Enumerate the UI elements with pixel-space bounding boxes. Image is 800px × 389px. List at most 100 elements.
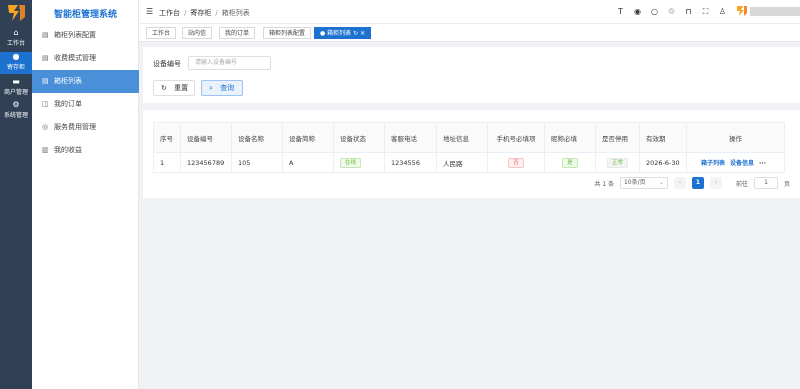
cabinet-icon: ▤ bbox=[42, 31, 49, 39]
page-size-select[interactable]: 10条/页 ⌄ bbox=[619, 177, 668, 189]
cell-status: 在线 bbox=[333, 152, 385, 173]
tag-inbox[interactable]: 站内信 bbox=[182, 27, 213, 39]
tag-workbench[interactable]: 工作台 bbox=[146, 27, 177, 39]
breadcrumb: 工作台 / 寄存柜 / 箱柜列表 bbox=[159, 9, 250, 17]
device-table: 序号 设备编号 设备名称 设备简称 设备状态 客服电话 地址信息 手机号必填项 … bbox=[153, 122, 785, 173]
col-header: 设备名称 bbox=[231, 122, 283, 153]
cabinet-icon: ▤ bbox=[42, 54, 49, 62]
col-header: 是否停用 bbox=[595, 122, 640, 153]
avatar[interactable] bbox=[736, 5, 748, 17]
search-icon: ⌕ bbox=[209, 84, 213, 92]
search-panel: 设备编号 请输入设备编号 ↻ 重置 ⌕ 查询 bbox=[143, 47, 800, 103]
query-button[interactable]: ⌕ 查询 bbox=[201, 80, 243, 96]
user-icon[interactable]: ♙ bbox=[717, 6, 728, 17]
device-info-link[interactable]: 设备信息 bbox=[730, 160, 754, 167]
col-header: 设备编号 bbox=[180, 122, 232, 153]
active-dot-icon: ● bbox=[320, 30, 326, 37]
chat-icon: ● bbox=[12, 52, 20, 61]
breadcrumb-item[interactable]: 寄存柜 bbox=[190, 9, 211, 17]
breadcrumb-item[interactable]: 工作台 bbox=[159, 9, 180, 17]
table-row: 1 123456789 105 A 在线 1234556 人民路 否 是 正常 … bbox=[153, 152, 785, 173]
table-card: 序号 设备编号 设备名称 设备简称 设备状态 客服电话 地址信息 手机号必填项 … bbox=[143, 110, 800, 198]
col-header: 设备简称 bbox=[282, 122, 334, 153]
col-header: 昵称必填 bbox=[544, 122, 596, 153]
search-icon[interactable]: ○ bbox=[649, 6, 660, 17]
col-header: 操作 bbox=[686, 122, 785, 153]
app-title: 智能柜管理系统 bbox=[53, 10, 117, 20]
menu-toggle-icon[interactable]: ☰ bbox=[146, 7, 153, 16]
menu-item-my-income[interactable]: ▥ 我的收益 bbox=[32, 139, 139, 162]
breadcrumb-current: 箱柜列表 bbox=[221, 9, 250, 17]
user-name-redacted[interactable] bbox=[750, 7, 800, 16]
goto-label: 前往 bbox=[735, 180, 748, 188]
header-tools: T ◉ ○ ♲ ⊓ ⛶ ♙ bbox=[615, 6, 728, 17]
close-icon[interactable]: ✕ bbox=[360, 30, 365, 37]
order-icon: ◫ bbox=[42, 100, 49, 108]
menu-item-cabinet-list[interactable]: ▤ 箱柜列表 bbox=[32, 70, 139, 93]
fullscreen-icon[interactable]: ⛶ bbox=[700, 6, 711, 17]
cell-address: 人民路 bbox=[436, 152, 488, 173]
pagination: 共 1 条 10条/页 ⌄ ‹ 1 › 前往 1 页 bbox=[594, 177, 790, 189]
table-header-row: 序号 设备编号 设备名称 设备简称 设备状态 客服电话 地址信息 手机号必填项 … bbox=[153, 122, 785, 153]
prev-page-button[interactable]: ‹ bbox=[673, 177, 686, 189]
col-header: 客服电话 bbox=[384, 122, 437, 153]
col-header: 地址信息 bbox=[436, 122, 488, 153]
gear-icon: ⚙ bbox=[12, 100, 20, 109]
theme-icon[interactable]: ♲ bbox=[666, 6, 677, 17]
more-link[interactable]: ··· bbox=[759, 160, 766, 167]
cell-operations: 箱子列表 设备信息 ··· bbox=[686, 152, 785, 173]
cabinet-icon: ▤ bbox=[42, 77, 49, 85]
app-rail: ⌂ 工作台 ● 寄存柜 ▬ 商户管理 ⚙ 系统管理 bbox=[0, 0, 32, 389]
disabled-badge: 正常 bbox=[606, 157, 628, 168]
tag-cabinet-config[interactable]: 箱柜列表配置 bbox=[263, 27, 312, 39]
device-no-input[interactable]: 请输入设备编号 bbox=[188, 56, 271, 70]
cell-valid-until: 2026-6-30 bbox=[639, 152, 687, 173]
top-header: ☰ 工作台 / 寄存柜 / 箱柜列表 T ◉ ○ ♲ ⊓ ⛶ ♙ bbox=[139, 0, 800, 24]
cell-index: 1 bbox=[153, 152, 181, 173]
col-header: 手机号必填项 bbox=[487, 122, 545, 153]
cell-phone-required: 否 bbox=[487, 152, 545, 173]
logo-icon bbox=[8, 5, 25, 21]
tag-my-orders[interactable]: 我的订单 bbox=[219, 27, 256, 39]
chevron-down-icon: ⌄ bbox=[658, 179, 664, 186]
box-list-link[interactable]: 箱子列表 bbox=[701, 160, 725, 167]
card-icon: ▬ bbox=[12, 77, 20, 86]
col-header: 序号 bbox=[153, 122, 181, 153]
goto-page-input[interactable]: 1 bbox=[753, 177, 778, 189]
menu-item-cabinet-config[interactable]: ▤ 箱柜列表配置 bbox=[32, 24, 139, 47]
device-no-label: 设备编号 bbox=[153, 60, 181, 68]
refresh-icon[interactable]: ↻ bbox=[353, 30, 358, 37]
lock-icon[interactable]: ⊓ bbox=[683, 6, 694, 17]
side-menu: 智能柜管理系统 ▤ 箱柜列表配置 ▤ 收费模式管理 ▤ 箱柜列表 ◫ 我的订单 ◎ 服务费… bbox=[32, 0, 139, 389]
cell-nickname-required: 是 bbox=[544, 152, 596, 173]
font-size-icon[interactable]: T bbox=[615, 6, 626, 17]
chart-icon: ▥ bbox=[42, 146, 49, 154]
menu-item-my-orders[interactable]: ◫ 我的订单 bbox=[32, 93, 139, 116]
total-count: 共 1 条 bbox=[594, 180, 614, 188]
phone-required-badge: 否 bbox=[508, 157, 524, 168]
tag-cabinet-list[interactable]: ● 箱柜列表 ↻ ✕ bbox=[314, 27, 372, 39]
cell-phone: 1234556 bbox=[384, 152, 437, 173]
page-number-button[interactable]: 1 bbox=[691, 177, 704, 189]
col-header: 有效期 bbox=[639, 122, 687, 153]
cell-device-name: 105 bbox=[231, 152, 283, 173]
rail-item-merchant[interactable]: ▬ 商户管理 bbox=[0, 77, 32, 99]
home-icon: ⌂ bbox=[13, 28, 19, 37]
reset-button[interactable]: ↻ 重置 bbox=[153, 80, 195, 96]
locate-icon[interactable]: ◉ bbox=[632, 6, 643, 17]
next-page-button[interactable]: › bbox=[709, 177, 722, 189]
status-badge: 在线 bbox=[340, 157, 362, 168]
cell-short-name: A bbox=[282, 152, 334, 173]
rail-item-locker[interactable]: ● 寄存柜 bbox=[0, 52, 32, 74]
menu-item-service-fee[interactable]: ◎ 服务费用管理 bbox=[32, 116, 139, 139]
page-suffix: 页 bbox=[783, 180, 790, 188]
rail-item-workbench[interactable]: ⌂ 工作台 bbox=[0, 28, 32, 50]
rail-item-system[interactable]: ⚙ 系统管理 bbox=[0, 100, 32, 122]
fee-icon: ◎ bbox=[42, 123, 49, 131]
tags-bar: 工作台 站内信 我的订单 箱柜列表配置 ● 箱柜列表 ↻ ✕ bbox=[139, 24, 800, 42]
nickname-required-badge: 是 bbox=[562, 157, 578, 168]
menu-item-fee-mode[interactable]: ▤ 收费模式管理 bbox=[32, 47, 139, 70]
cell-disabled: 正常 bbox=[595, 152, 640, 173]
refresh-icon: ↻ bbox=[161, 84, 167, 92]
cell-device-no: 123456789 bbox=[180, 152, 232, 173]
